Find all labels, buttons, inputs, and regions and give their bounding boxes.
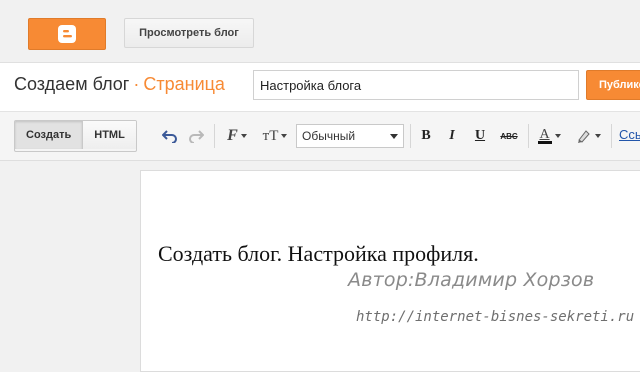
toolbar-divider	[611, 124, 612, 148]
paragraph-format-select[interactable]: Обычный	[296, 124, 404, 148]
undo-button[interactable]	[160, 126, 180, 146]
view-blog-button[interactable]: Просмотреть блог	[124, 18, 254, 48]
text-color-button[interactable]: A	[534, 126, 564, 146]
toolbar-divider	[528, 124, 529, 148]
chevron-down-icon	[240, 134, 247, 138]
font-size-button[interactable]: тT	[258, 126, 292, 146]
font-family-button[interactable]: F	[222, 126, 252, 146]
underline-button[interactable]: U	[472, 126, 488, 146]
toolbar-divider	[410, 124, 411, 148]
italic-button[interactable]: I	[444, 126, 460, 146]
compose-mode-button[interactable]: Создать	[15, 121, 83, 149]
html-mode-button[interactable]: HTML	[82, 121, 136, 149]
font-icon: F	[227, 127, 238, 144]
section-name: Страница	[143, 74, 225, 94]
redo-button[interactable]	[186, 126, 206, 146]
chevron-down-icon	[390, 134, 398, 139]
redo-icon	[189, 130, 204, 143]
post-body-text[interactable]: Создать блог. Настройка профиля.	[158, 241, 479, 267]
highlight-color-button[interactable]	[572, 126, 604, 146]
insert-link-button[interactable]: Ссылка	[619, 127, 640, 142]
font-size-icon: тT	[262, 127, 279, 144]
text-color-icon: A	[537, 127, 552, 144]
chevron-down-icon	[594, 134, 601, 138]
publish-button[interactable]: Публиковать	[586, 70, 640, 100]
breadcrumb-separator: ·	[133, 74, 140, 94]
undo-icon	[162, 130, 177, 143]
blog-name[interactable]: Создаем блог	[14, 74, 129, 94]
toolbar-divider	[214, 124, 215, 148]
breadcrumb: Создаем блог · Страница	[14, 74, 225, 95]
blogger-logo-button[interactable]	[28, 18, 106, 50]
bold-button[interactable]: B	[418, 126, 434, 146]
site-watermark: http://internet-bisnes-sekreti.ru	[356, 309, 635, 325]
chevron-down-icon	[554, 134, 561, 138]
chevron-down-icon	[281, 134, 288, 138]
strikethrough-button[interactable]: ABC	[496, 126, 522, 146]
highlighter-icon	[577, 130, 590, 143]
blogger-icon	[58, 25, 76, 43]
author-watermark: Автор:Владимир Хорзов	[348, 269, 595, 291]
paragraph-format-value: Обычный	[302, 129, 356, 143]
editor-mode-switch: Создать HTML	[14, 120, 137, 152]
post-title-input[interactable]	[253, 70, 579, 100]
